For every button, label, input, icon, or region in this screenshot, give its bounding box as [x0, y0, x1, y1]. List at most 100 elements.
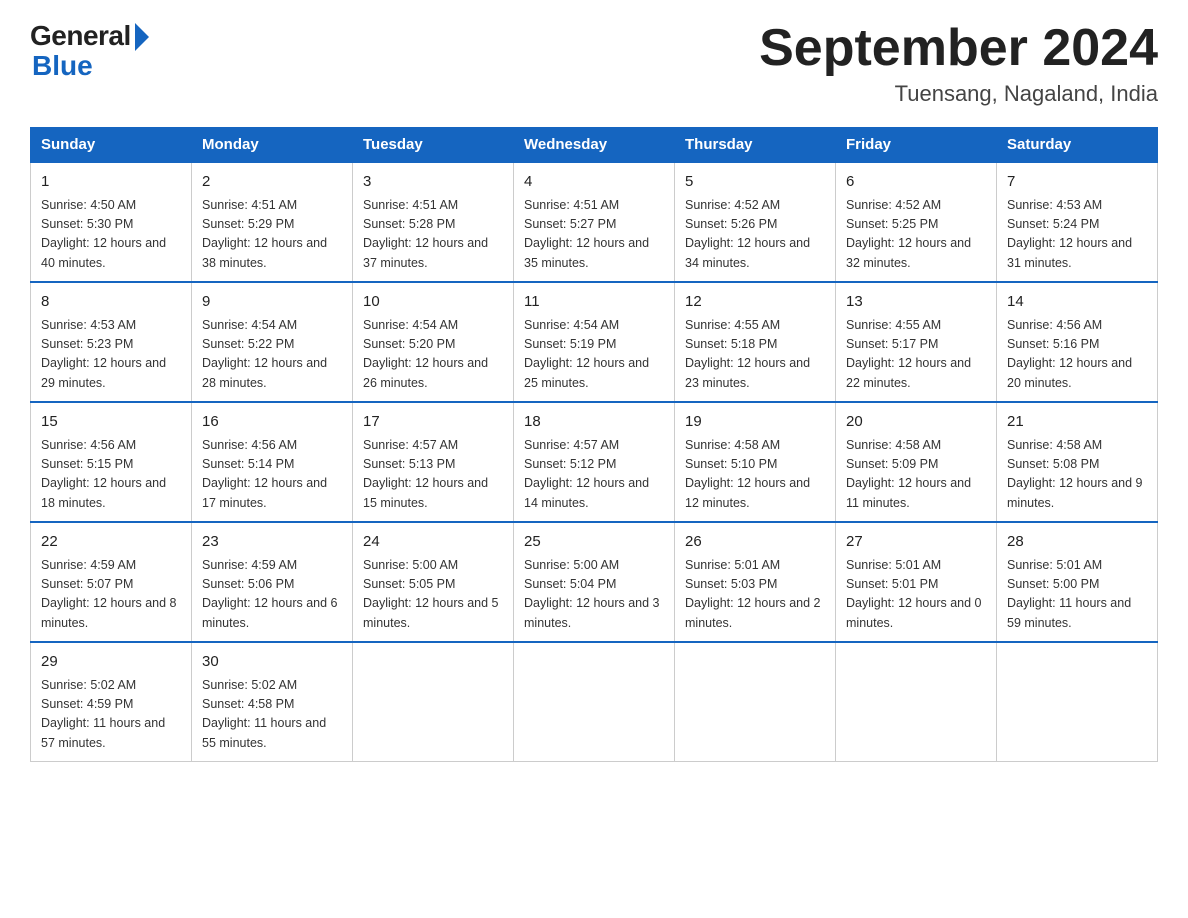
day-info: Sunrise: 5:02 AMSunset: 4:59 PMDaylight:… — [41, 676, 181, 754]
logo: General Blue — [30, 20, 149, 82]
calendar-cell — [836, 642, 997, 762]
day-info: Sunrise: 4:55 AMSunset: 5:18 PMDaylight:… — [685, 316, 825, 394]
day-number: 8 — [41, 291, 181, 314]
calendar-cell — [675, 642, 836, 762]
col-header-saturday: Saturday — [997, 128, 1158, 163]
calendar-cell: 22Sunrise: 4:59 AMSunset: 5:07 PMDayligh… — [31, 522, 192, 642]
day-number: 18 — [524, 411, 664, 434]
day-info: Sunrise: 4:59 AMSunset: 5:07 PMDaylight:… — [41, 556, 181, 634]
month-title: September 2024 — [759, 20, 1158, 77]
calendar-week-2: 8Sunrise: 4:53 AMSunset: 5:23 PMDaylight… — [31, 282, 1158, 402]
day-info: Sunrise: 4:52 AMSunset: 5:25 PMDaylight:… — [846, 196, 986, 274]
day-info: Sunrise: 4:56 AMSunset: 5:14 PMDaylight:… — [202, 436, 342, 514]
logo-arrow-icon — [135, 23, 149, 51]
calendar-cell: 4Sunrise: 4:51 AMSunset: 5:27 PMDaylight… — [514, 162, 675, 282]
day-number: 1 — [41, 171, 181, 194]
day-number: 29 — [41, 651, 181, 674]
day-info: Sunrise: 4:58 AMSunset: 5:10 PMDaylight:… — [685, 436, 825, 514]
calendar-cell: 7Sunrise: 4:53 AMSunset: 5:24 PMDaylight… — [997, 162, 1158, 282]
day-info: Sunrise: 5:00 AMSunset: 5:05 PMDaylight:… — [363, 556, 503, 634]
day-number: 20 — [846, 411, 986, 434]
day-info: Sunrise: 4:51 AMSunset: 5:29 PMDaylight:… — [202, 196, 342, 274]
calendar-cell: 24Sunrise: 5:00 AMSunset: 5:05 PMDayligh… — [353, 522, 514, 642]
day-number: 9 — [202, 291, 342, 314]
calendar-cell: 27Sunrise: 5:01 AMSunset: 5:01 PMDayligh… — [836, 522, 997, 642]
calendar-cell: 19Sunrise: 4:58 AMSunset: 5:10 PMDayligh… — [675, 402, 836, 522]
col-header-tuesday: Tuesday — [353, 128, 514, 163]
calendar-cell: 13Sunrise: 4:55 AMSunset: 5:17 PMDayligh… — [836, 282, 997, 402]
calendar-cell: 5Sunrise: 4:52 AMSunset: 5:26 PMDaylight… — [675, 162, 836, 282]
location-text: Tuensang, Nagaland, India — [759, 81, 1158, 107]
day-info: Sunrise: 5:01 AMSunset: 5:03 PMDaylight:… — [685, 556, 825, 634]
calendar-cell: 17Sunrise: 4:57 AMSunset: 5:13 PMDayligh… — [353, 402, 514, 522]
day-number: 13 — [846, 291, 986, 314]
day-number: 19 — [685, 411, 825, 434]
calendar-cell: 18Sunrise: 4:57 AMSunset: 5:12 PMDayligh… — [514, 402, 675, 522]
day-number: 17 — [363, 411, 503, 434]
day-info: Sunrise: 5:01 AMSunset: 5:01 PMDaylight:… — [846, 556, 986, 634]
day-number: 28 — [1007, 531, 1147, 554]
calendar-cell: 12Sunrise: 4:55 AMSunset: 5:18 PMDayligh… — [675, 282, 836, 402]
calendar-cell — [997, 642, 1158, 762]
calendar-week-5: 29Sunrise: 5:02 AMSunset: 4:59 PMDayligh… — [31, 642, 1158, 762]
day-info: Sunrise: 5:02 AMSunset: 4:58 PMDaylight:… — [202, 676, 342, 754]
day-info: Sunrise: 4:51 AMSunset: 5:28 PMDaylight:… — [363, 196, 503, 274]
day-number: 21 — [1007, 411, 1147, 434]
day-number: 23 — [202, 531, 342, 554]
calendar-cell: 11Sunrise: 4:54 AMSunset: 5:19 PMDayligh… — [514, 282, 675, 402]
day-number: 30 — [202, 651, 342, 674]
day-number: 24 — [363, 531, 503, 554]
calendar-week-4: 22Sunrise: 4:59 AMSunset: 5:07 PMDayligh… — [31, 522, 1158, 642]
day-info: Sunrise: 4:58 AMSunset: 5:08 PMDaylight:… — [1007, 436, 1147, 514]
calendar-cell — [353, 642, 514, 762]
calendar-cell: 9Sunrise: 4:54 AMSunset: 5:22 PMDaylight… — [192, 282, 353, 402]
calendar-cell: 23Sunrise: 4:59 AMSunset: 5:06 PMDayligh… — [192, 522, 353, 642]
day-info: Sunrise: 4:57 AMSunset: 5:12 PMDaylight:… — [524, 436, 664, 514]
day-info: Sunrise: 4:50 AMSunset: 5:30 PMDaylight:… — [41, 196, 181, 274]
calendar-week-1: 1Sunrise: 4:50 AMSunset: 5:30 PMDaylight… — [31, 162, 1158, 282]
day-info: Sunrise: 4:59 AMSunset: 5:06 PMDaylight:… — [202, 556, 342, 634]
calendar-cell: 25Sunrise: 5:00 AMSunset: 5:04 PMDayligh… — [514, 522, 675, 642]
page-header: General Blue September 2024 Tuensang, Na… — [30, 20, 1158, 107]
day-number: 11 — [524, 291, 664, 314]
day-info: Sunrise: 4:53 AMSunset: 5:24 PMDaylight:… — [1007, 196, 1147, 274]
day-number: 16 — [202, 411, 342, 434]
day-number: 2 — [202, 171, 342, 194]
day-number: 7 — [1007, 171, 1147, 194]
calendar-cell: 1Sunrise: 4:50 AMSunset: 5:30 PMDaylight… — [31, 162, 192, 282]
day-number: 22 — [41, 531, 181, 554]
day-info: Sunrise: 4:58 AMSunset: 5:09 PMDaylight:… — [846, 436, 986, 514]
day-info: Sunrise: 5:00 AMSunset: 5:04 PMDaylight:… — [524, 556, 664, 634]
day-number: 10 — [363, 291, 503, 314]
calendar-week-3: 15Sunrise: 4:56 AMSunset: 5:15 PMDayligh… — [31, 402, 1158, 522]
day-info: Sunrise: 4:55 AMSunset: 5:17 PMDaylight:… — [846, 316, 986, 394]
calendar-cell: 29Sunrise: 5:02 AMSunset: 4:59 PMDayligh… — [31, 642, 192, 762]
calendar-cell: 20Sunrise: 4:58 AMSunset: 5:09 PMDayligh… — [836, 402, 997, 522]
day-number: 4 — [524, 171, 664, 194]
day-info: Sunrise: 4:57 AMSunset: 5:13 PMDaylight:… — [363, 436, 503, 514]
calendar-cell: 2Sunrise: 4:51 AMSunset: 5:29 PMDaylight… — [192, 162, 353, 282]
calendar-cell: 21Sunrise: 4:58 AMSunset: 5:08 PMDayligh… — [997, 402, 1158, 522]
title-block: September 2024 Tuensang, Nagaland, India — [759, 20, 1158, 107]
day-info: Sunrise: 4:51 AMSunset: 5:27 PMDaylight:… — [524, 196, 664, 274]
day-info: Sunrise: 4:53 AMSunset: 5:23 PMDaylight:… — [41, 316, 181, 394]
day-number: 26 — [685, 531, 825, 554]
day-info: Sunrise: 5:01 AMSunset: 5:00 PMDaylight:… — [1007, 556, 1147, 634]
logo-blue-text: Blue — [32, 50, 93, 82]
calendar-cell: 26Sunrise: 5:01 AMSunset: 5:03 PMDayligh… — [675, 522, 836, 642]
day-info: Sunrise: 4:52 AMSunset: 5:26 PMDaylight:… — [685, 196, 825, 274]
calendar-cell: 10Sunrise: 4:54 AMSunset: 5:20 PMDayligh… — [353, 282, 514, 402]
day-info: Sunrise: 4:54 AMSunset: 5:20 PMDaylight:… — [363, 316, 503, 394]
day-info: Sunrise: 4:54 AMSunset: 5:22 PMDaylight:… — [202, 316, 342, 394]
calendar-cell — [514, 642, 675, 762]
col-header-sunday: Sunday — [31, 128, 192, 163]
calendar-cell: 14Sunrise: 4:56 AMSunset: 5:16 PMDayligh… — [997, 282, 1158, 402]
day-info: Sunrise: 4:56 AMSunset: 5:15 PMDaylight:… — [41, 436, 181, 514]
day-info: Sunrise: 4:56 AMSunset: 5:16 PMDaylight:… — [1007, 316, 1147, 394]
calendar-table: SundayMondayTuesdayWednesdayThursdayFrid… — [30, 127, 1158, 762]
calendar-cell: 15Sunrise: 4:56 AMSunset: 5:15 PMDayligh… — [31, 402, 192, 522]
logo-general-text: General — [30, 20, 131, 52]
col-header-friday: Friday — [836, 128, 997, 163]
day-number: 6 — [846, 171, 986, 194]
day-number: 27 — [846, 531, 986, 554]
